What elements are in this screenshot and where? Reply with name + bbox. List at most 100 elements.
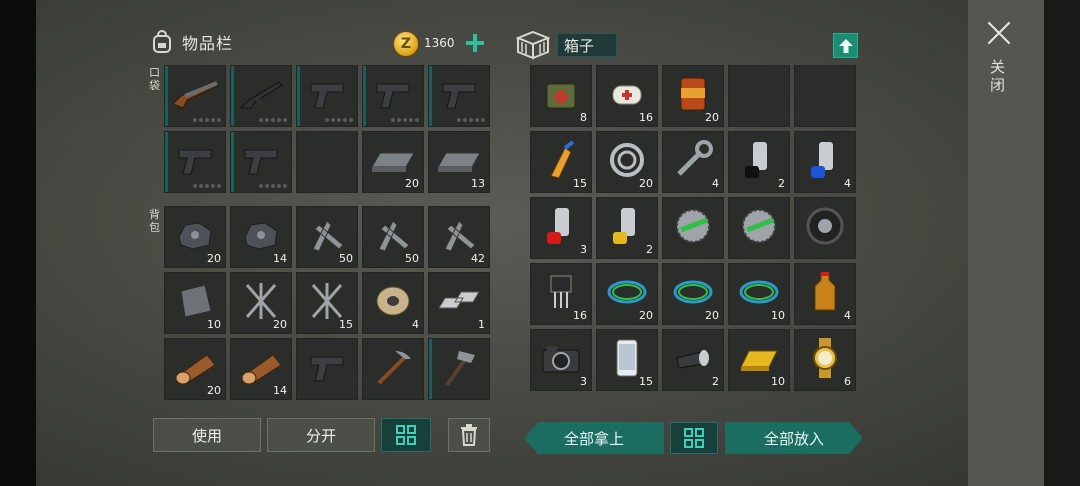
box-slot[interactable]	[794, 65, 856, 127]
box-slot[interactable]: 4	[794, 131, 856, 193]
upload-arrow-button[interactable]	[833, 33, 858, 58]
box-slot[interactable]: 20	[596, 263, 658, 325]
spray-paint-yellow-icon	[609, 204, 645, 248]
box-slot[interactable]: 3	[530, 197, 592, 259]
box-slot[interactable]: 6	[794, 329, 856, 391]
item-quantity: 20	[705, 111, 719, 124]
box-slot[interactable]	[662, 197, 724, 259]
box-slot[interactable]: 10	[728, 263, 790, 325]
item-quantity: 8	[580, 111, 587, 124]
backpack-slot[interactable]: 42	[428, 206, 490, 268]
durability-bar	[429, 66, 432, 126]
camera-icon	[539, 340, 583, 376]
take-all-button[interactable]: 全部拿上	[524, 422, 664, 454]
box-slot[interactable]: 16	[530, 263, 592, 325]
pocket-slot[interactable]: 20	[362, 131, 424, 193]
upgrade-dots	[391, 118, 419, 122]
wrench-icon	[671, 138, 715, 182]
backpack-slot[interactable]: 50	[362, 206, 424, 268]
item-quantity: 15	[339, 318, 353, 331]
close-button[interactable]	[986, 20, 1012, 46]
inventory-header: 物品栏	[150, 30, 233, 54]
box-slot[interactable]: 2	[596, 197, 658, 259]
backpack-slot[interactable]: 4	[362, 272, 424, 334]
coin-icon: Z	[393, 31, 419, 57]
backpack-slot[interactable]	[296, 338, 358, 400]
box-slot[interactable]: 3	[530, 329, 592, 391]
add-coins-button[interactable]	[466, 34, 484, 52]
box-slot[interactable]: 20	[596, 131, 658, 193]
backpack-slot[interactable]	[362, 338, 424, 400]
upgrade-dots	[259, 184, 287, 188]
delete-button[interactable]	[448, 418, 490, 452]
backpack-slot[interactable]: 1	[428, 272, 490, 334]
durability-bar	[165, 132, 168, 192]
item-quantity: 50	[339, 252, 353, 265]
use-button[interactable]: 使用	[153, 418, 261, 452]
item-quantity: 2	[778, 177, 785, 190]
sort-inventory-button[interactable]	[381, 418, 431, 452]
box-slot[interactable]: 15	[596, 329, 658, 391]
tire-icon	[803, 204, 847, 248]
item-quantity: 20	[639, 309, 653, 322]
backpack-slot[interactable]: 10	[164, 272, 226, 334]
box-slot[interactable]: 15	[530, 131, 592, 193]
box-slot[interactable]: 20	[662, 65, 724, 127]
pocket-slot[interactable]	[296, 131, 358, 193]
sort-box-button[interactable]	[670, 422, 718, 454]
item-quantity: 16	[573, 309, 587, 322]
container-name: 箱子	[557, 33, 617, 57]
bearing-icon	[607, 140, 647, 180]
item-quantity: 20	[207, 252, 221, 265]
backpack-slot[interactable]: 20	[164, 206, 226, 268]
box-slot[interactable]: 4	[662, 131, 724, 193]
pocket-slot[interactable]	[164, 65, 226, 127]
backpack-slot[interactable]: 14	[230, 338, 292, 400]
backpack-label: 背包	[149, 208, 160, 234]
backpack-slot[interactable]: 20	[230, 272, 292, 334]
box-slot[interactable]: 16	[596, 65, 658, 127]
coin-amount: 1360	[424, 36, 455, 50]
pocket-slot[interactable]	[428, 65, 490, 127]
box-slot[interactable]: 8	[530, 65, 592, 127]
box-slot[interactable]	[728, 197, 790, 259]
spray-paint-blue-icon	[807, 138, 843, 182]
flashlight-icon	[671, 340, 715, 376]
pocket-slot[interactable]	[230, 131, 292, 193]
pocket-slot[interactable]: 13	[428, 131, 490, 193]
backpack-slot[interactable]: 20	[164, 338, 226, 400]
fuel-bottle-icon	[807, 270, 843, 314]
upgrade-dots	[193, 184, 221, 188]
backpack-slot[interactable]: 14	[230, 206, 292, 268]
box-slot[interactable]	[728, 65, 790, 127]
durability-bar	[231, 66, 234, 126]
upgrade-dots	[259, 118, 287, 122]
item-quantity: 13	[471, 177, 485, 190]
pistol-icon	[173, 142, 217, 178]
item-quantity: 15	[573, 177, 587, 190]
backpack-slot[interactable]: 50	[296, 206, 358, 268]
saw-blade-icon	[671, 204, 715, 248]
backpack-slot[interactable]	[428, 338, 490, 400]
pocket-slot[interactable]	[230, 65, 292, 127]
grid-icon	[684, 428, 704, 448]
item-quantity: 3	[580, 243, 587, 256]
pocket-slot[interactable]	[296, 65, 358, 127]
box-slot[interactable]	[794, 197, 856, 259]
split-button[interactable]: 分开	[267, 418, 375, 452]
pistol-icon	[371, 76, 415, 112]
pocket-slot[interactable]	[362, 65, 424, 127]
item-quantity: 20	[405, 177, 419, 190]
cable-icon	[735, 272, 783, 312]
box-slot[interactable]: 4	[794, 263, 856, 325]
box-slot[interactable]: 2	[662, 329, 724, 391]
item-quantity: 4	[712, 177, 719, 190]
box-slot[interactable]: 2	[728, 131, 790, 193]
backpack-slot[interactable]: 15	[296, 272, 358, 334]
box-slot[interactable]: 20	[662, 263, 724, 325]
pocket-slot[interactable]	[164, 131, 226, 193]
pocket-grid: 20 13	[164, 65, 490, 193]
wire-spool-icon	[373, 281, 413, 321]
put-all-button[interactable]: 全部放入	[725, 422, 863, 454]
box-slot[interactable]: 10	[728, 329, 790, 391]
